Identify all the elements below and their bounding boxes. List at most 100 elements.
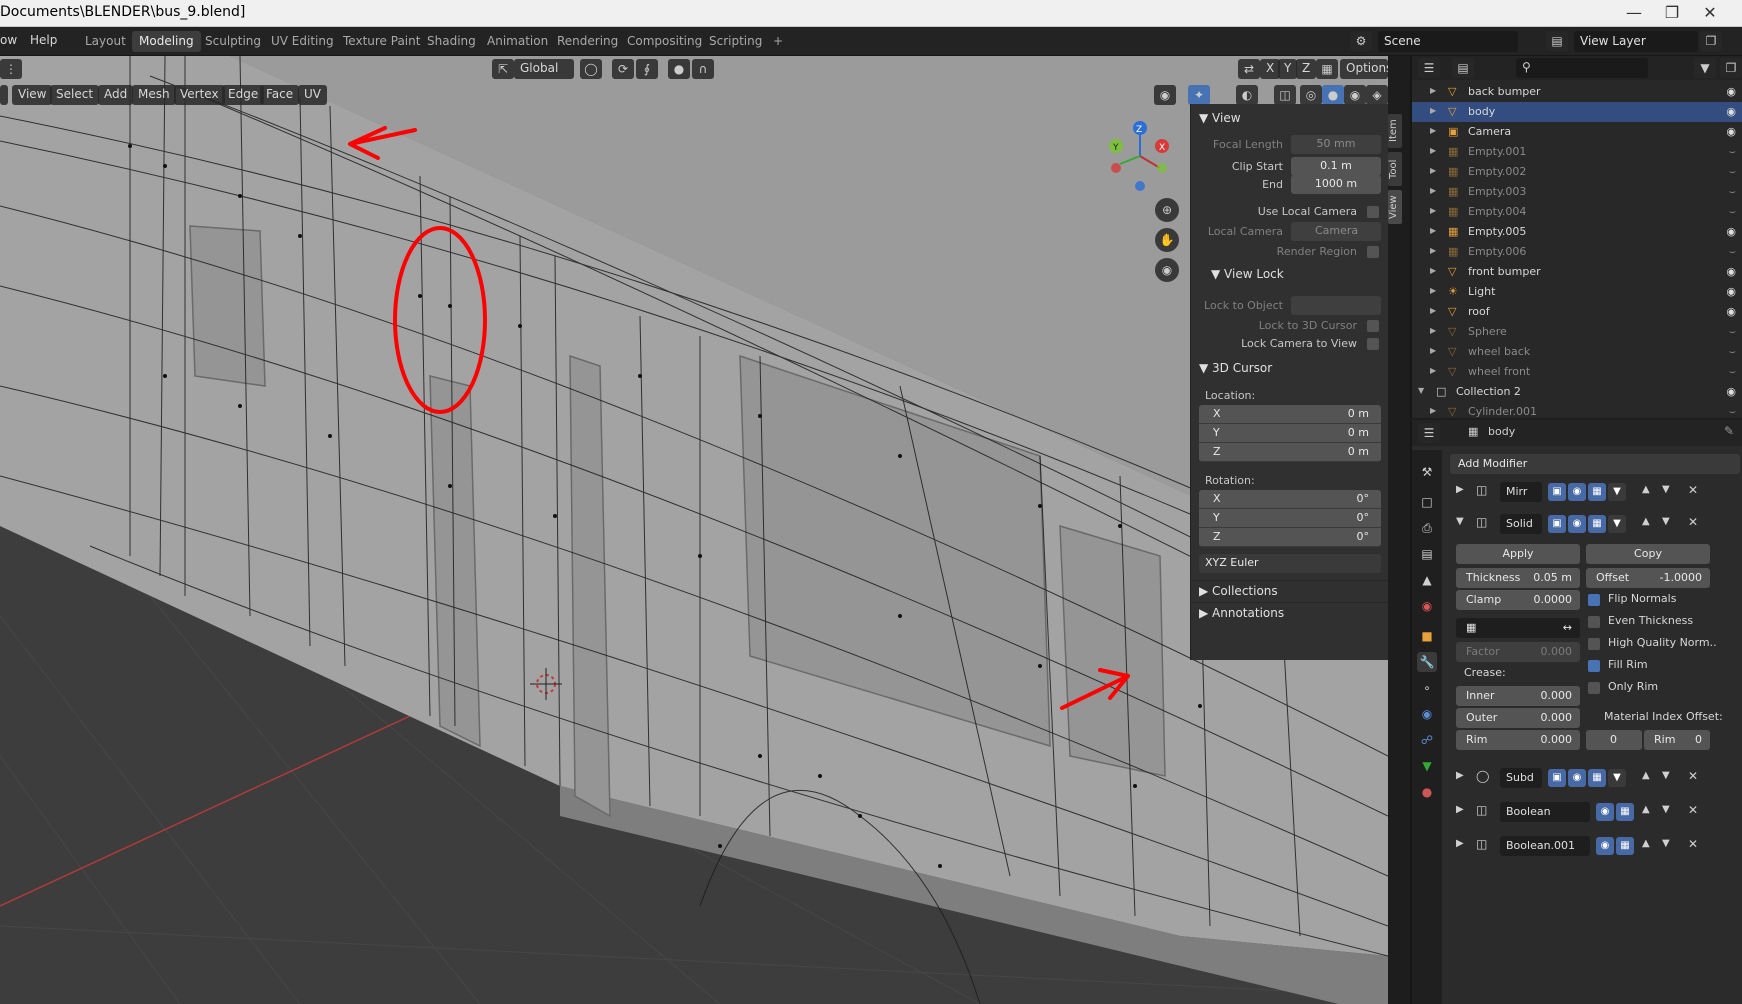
remove-modifier-icon[interactable]: ✕ [1688,769,1698,783]
expand-arrow-icon[interactable]: ▶ [1430,366,1436,375]
hidden-eye-icon[interactable]: ⌣ [1729,405,1736,419]
cursor-location-z[interactable]: Z 0 m [1199,443,1381,462]
lock-camera-checkbox[interactable] [1367,338,1379,350]
render-tab-icon[interactable]: □ [1417,492,1437,512]
move-down-icon[interactable]: ▼ [1662,804,1670,815]
outliner-row[interactable]: ▶ ▦ Empty.005 ◉ [1412,222,1742,242]
menu-edge[interactable]: Edge [222,85,265,105]
orientation-icon[interactable]: ⇱ [492,59,514,79]
expand-arrow-icon[interactable]: ▼ [1418,386,1424,395]
editmode-toggle-icon[interactable]: ▣ [1548,769,1566,787]
expand-arrow-icon[interactable]: ▶ [1430,186,1436,195]
visible-eye-icon[interactable]: ◉ [1726,265,1736,278]
fill-rim-checkbox[interactable] [1588,660,1600,672]
outliner-row[interactable]: ▶ ▽ wheel back ⌣ [1412,342,1742,362]
flip-normals-checkbox[interactable] [1588,594,1600,606]
tab-uv-editing[interactable]: UV Editing [264,31,341,52]
minimize-icon[interactable]: — [1616,0,1652,27]
menu-uv[interactable]: UV [298,85,327,105]
cursor-rotation-x[interactable]: X 0° [1199,490,1381,509]
menu-select[interactable]: Select [50,85,100,105]
object-tab-icon[interactable]: ■ [1417,626,1437,646]
material-tab-icon[interactable]: ● [1417,782,1437,802]
display-toggle-icon[interactable]: ▦ [1588,769,1606,787]
view-layer-selector[interactable]: View Layer [1574,31,1698,52]
close-icon[interactable]: ✕ [1692,0,1728,27]
falloff-icon[interactable]: ∩ [692,59,714,79]
camera-view-icon[interactable]: ◉ [1155,258,1179,282]
local-camera-field[interactable]: Camera [1291,222,1381,241]
high-quality-checkbox[interactable] [1588,638,1600,650]
outliner-row[interactable]: ▼ □ Collection 2 ◉ [1412,382,1742,402]
outliner-row[interactable]: ▶ ☀ Light ◉ [1412,282,1742,302]
tab-modeling[interactable]: Modeling [132,31,201,52]
outliner-row[interactable]: ▶ ▽ front bumper ◉ [1412,262,1742,282]
tab-shading[interactable]: Shading [420,31,483,52]
material-shading-icon[interactable]: ◉ [1344,85,1366,105]
visible-eye-icon[interactable]: ◉ [1726,105,1736,118]
menu-help[interactable]: Help [30,33,57,47]
scene-icon[interactable]: ⚙ [1350,31,1372,51]
hidden-eye-icon[interactable]: ⌣ [1729,325,1736,339]
remove-modifier-icon[interactable]: ✕ [1688,515,1698,529]
hidden-eye-icon[interactable]: ⌣ [1729,345,1736,359]
cursor-location-y[interactable]: Y 0 m [1199,424,1381,443]
camera-toggle-icon[interactable]: ◉ [1568,483,1586,501]
material-offset-field[interactable]: 0 [1586,730,1642,750]
move-up-icon[interactable]: ▲ [1642,484,1650,495]
view-lock-header[interactable]: ▼ View Lock [1203,264,1401,286]
visible-eye-icon[interactable]: ◉ [1726,85,1736,98]
tab-item[interactable]: Item [1388,114,1402,148]
mirror-icon[interactable]: ⇄ [1238,59,1260,79]
visibility-icon[interactable]: ◉ [1154,85,1176,105]
expand-arrow-icon[interactable]: ▶ [1430,106,1436,115]
camera-toggle-icon[interactable]: ◉ [1568,515,1586,533]
cage-toggle-icon[interactable]: ▼ [1608,769,1626,787]
camera-toggle-icon[interactable]: ◉ [1596,803,1614,821]
rim-crease-field[interactable]: Rim 0.000 [1456,730,1580,750]
modifier-tab-icon[interactable]: 🔧 [1417,652,1437,672]
expand-arrow-icon[interactable]: ▶ [1430,146,1436,155]
display-toggle-icon[interactable]: ▦ [1616,837,1634,855]
scene-tab-icon[interactable]: ▲ [1417,570,1437,590]
move-down-icon[interactable]: ▼ [1662,484,1670,495]
constraints-tab-icon[interactable]: ☍ [1417,730,1437,750]
menu-add[interactable]: Add [98,85,134,105]
outliner-row[interactable]: ▶ ▦ Empty.003 ⌣ [1412,182,1742,202]
visible-eye-icon[interactable]: ◉ [1726,125,1736,138]
render-region-checkbox[interactable] [1367,246,1379,258]
new-view-layer-icon[interactable]: ❐ [1700,31,1722,51]
outliner-row[interactable]: ▶ ▽ back bumper ◉ [1412,82,1742,102]
drag-handle-icon[interactable]: ⋮ [0,59,22,79]
expand-arrow-icon[interactable]: ▶ [1430,126,1436,135]
expand-arrow-icon[interactable]: ▶ [1430,286,1436,295]
only-rim-checkbox[interactable] [1588,682,1600,694]
outliner-search-input[interactable]: ⚲ [1516,58,1648,78]
offset-field[interactable]: Offset -1.0000 [1586,568,1710,588]
add-workspace-button[interactable]: + [766,31,790,52]
focal-length-field[interactable]: 50 mm [1291,135,1381,154]
display-toggle-icon[interactable]: ▦ [1616,803,1634,821]
rendered-shading-icon[interactable]: ◈ [1366,85,1388,105]
mirror-y-toggle[interactable]: Y [1278,59,1298,79]
cursor-rotation-y[interactable]: Y 0° [1199,509,1381,528]
visible-eye-icon[interactable]: ◉ [1726,285,1736,298]
outliner-row[interactable]: ▶ ▦ Empty.006 ⌣ [1412,242,1742,262]
3d-viewport[interactable]: ⋮ ⇱ Global ◯ ⟳ ∮ ● ∩ ⇄ X Y Z ▦ Options V… [0,56,1388,1004]
subsurf-modifier-name[interactable]: Subd [1500,768,1542,788]
cage-toggle-icon[interactable]: ▼ [1608,483,1626,501]
move-down-icon[interactable]: ▼ [1662,770,1670,781]
outliner-row[interactable]: ▶ ▽ wheel front ⌣ [1412,362,1742,382]
outliner-filter-mode-icon[interactable]: ▤ [1452,58,1474,78]
menu-vertex[interactable]: Vertex [174,85,225,105]
move-up-icon[interactable]: ▲ [1642,516,1650,527]
display-toggle-icon[interactable]: ▦ [1588,515,1606,533]
visible-eye-icon[interactable]: ◉ [1726,305,1736,318]
outliner-row[interactable]: ▶ ▦ Empty.004 ⌣ [1412,202,1742,222]
thickness-field[interactable]: Thickness 0.05 m [1456,568,1580,588]
menu-window[interactable]: ow [0,33,17,47]
outliner-row[interactable]: ▶ ▽ Sphere ⌣ [1412,322,1742,342]
editmode-toggle-icon[interactable]: ▣ [1548,515,1566,533]
mirror-z-toggle[interactable]: Z [1296,59,1317,79]
solid-shading-icon[interactable]: ● [1322,85,1344,105]
